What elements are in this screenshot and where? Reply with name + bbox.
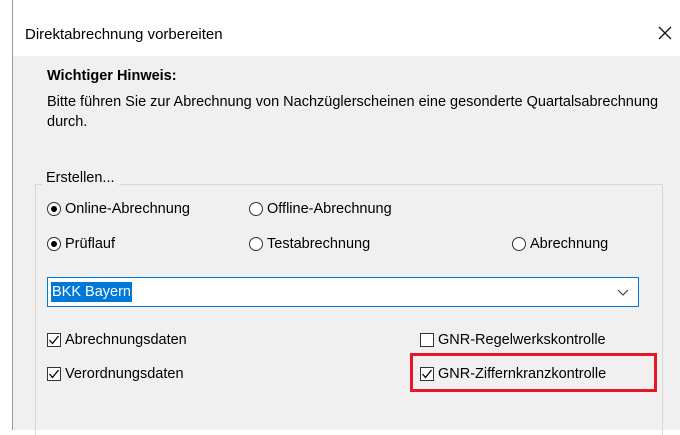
radio-indicator xyxy=(47,237,61,251)
radio-prueflauf[interactable]: Prüflauf xyxy=(47,236,115,252)
checkbox-indicator xyxy=(420,333,434,347)
create-groupbox xyxy=(35,184,663,435)
radio-label: Abrechnung xyxy=(530,236,609,252)
checkbox-label: Abrechnungsdaten xyxy=(65,332,187,348)
radio-online-abrechnung[interactable]: Online-Abrechnung xyxy=(47,201,190,217)
close-icon xyxy=(658,26,672,40)
radio-abrechnung[interactable]: Abrechnung xyxy=(512,236,608,252)
checkbox-indicator xyxy=(47,333,61,347)
notice-text: Bitte führen Sie zur Abrechnung von Nach… xyxy=(47,94,659,130)
dialog-window: Direktabrechnung vorbereiten Wichtiger H… xyxy=(12,0,680,435)
radio-label: Prüflauf xyxy=(65,236,115,252)
checkbox-label: GNR-Regelwerkskontrolle xyxy=(438,332,606,348)
notice-heading: Wichtiger Hinweis: xyxy=(47,68,177,84)
chevron-down-icon[interactable] xyxy=(616,285,630,299)
checkbox-abrechnungsdaten[interactable]: Abrechnungsdaten xyxy=(47,332,187,348)
insurer-select[interactable]: BKK Bayern xyxy=(47,277,639,307)
insurer-select-value: BKK Bayern xyxy=(51,282,132,302)
radio-label: Testabrechnung xyxy=(267,236,371,252)
radio-indicator xyxy=(249,202,263,216)
radio-indicator xyxy=(249,237,263,251)
checkbox-gnr-regelwerkskontrolle[interactable]: GNR-Regelwerkskontrolle xyxy=(420,332,606,348)
radio-label: Offline-Abrechnung xyxy=(267,201,392,217)
close-button[interactable] xyxy=(649,17,680,49)
radio-testabrechnung[interactable]: Testabrechnung xyxy=(249,236,370,252)
checkbox-label: Verordnungsdaten xyxy=(65,366,184,382)
highlight-box xyxy=(410,353,657,392)
radio-indicator xyxy=(47,202,61,216)
dialog-content: Wichtiger Hinweis: Bitte führen Sie zur … xyxy=(13,56,680,435)
radio-label: Online-Abrechnung xyxy=(65,201,190,217)
radio-indicator xyxy=(512,237,526,251)
dialog-title: Direktabrechnung vorbereiten xyxy=(25,26,223,43)
checkbox-indicator xyxy=(47,367,61,381)
group-title: Erstellen... xyxy=(42,170,119,186)
radio-offline-abrechnung[interactable]: Offline-Abrechnung xyxy=(249,201,392,217)
checkbox-verordnungsdaten[interactable]: Verordnungsdaten xyxy=(47,366,184,382)
